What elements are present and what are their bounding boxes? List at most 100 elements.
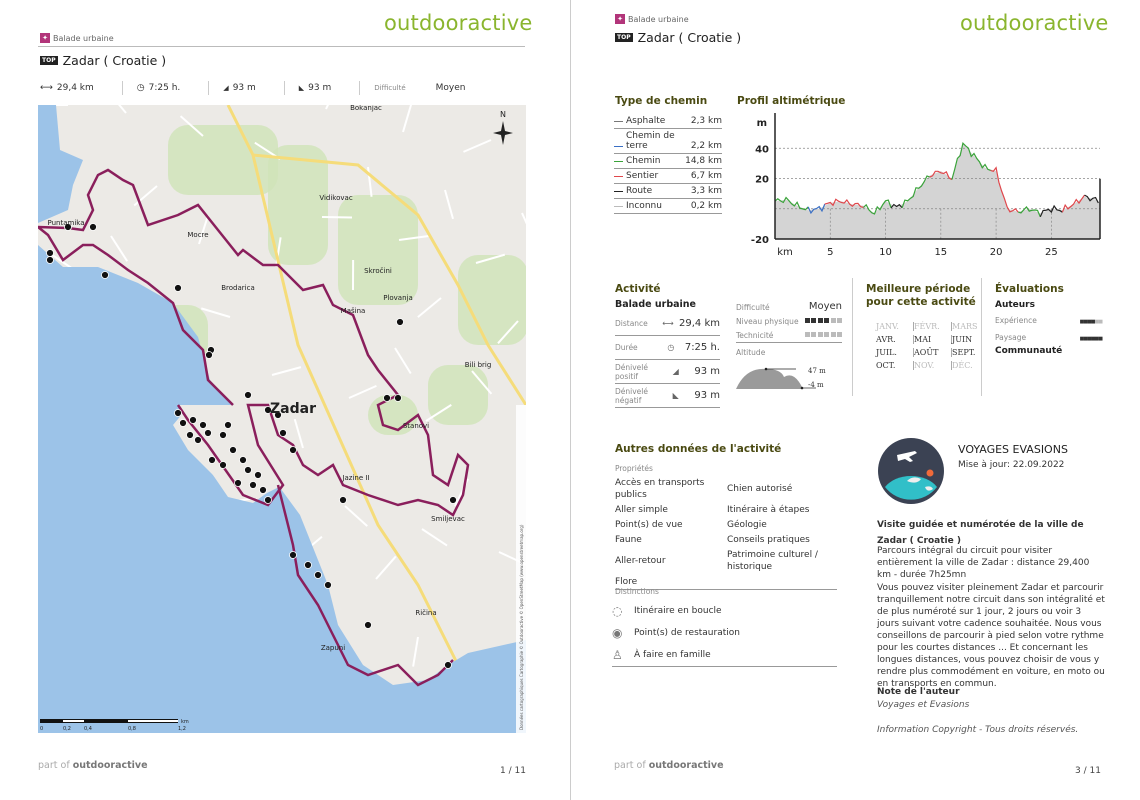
landscape-rating: ■■■■■■: [1080, 333, 1103, 343]
poi-marker[interactable]: [364, 621, 372, 629]
poi-marker[interactable]: [304, 561, 312, 569]
distance-icon: ⟷: [662, 319, 674, 328]
poi-marker[interactable]: [219, 431, 227, 439]
difficulty: Moyen: [435, 83, 466, 93]
poi-marker[interactable]: [208, 456, 216, 464]
y-tick-label: 40: [755, 144, 769, 155]
author-note: Voyages et Evasions: [877, 700, 970, 710]
poi-marker[interactable]: [174, 409, 182, 417]
property-item: Chien autorisé: [727, 484, 793, 494]
route-map[interactable]: Zadar Puntamika Mocre Brodarica Vidikovac Skr…: [38, 105, 526, 733]
activity-difficulty: Difficulté Moyen Niveau physique Technici…: [736, 299, 842, 397]
author-note-title: Note de l'auteur: [877, 687, 960, 697]
poi-marker[interactable]: [244, 391, 252, 399]
row-label: Distance: [615, 319, 648, 328]
x-tick-label: 5: [827, 247, 833, 258]
poi-marker[interactable]: [224, 421, 232, 429]
map-park: [268, 145, 328, 265]
poi-marker[interactable]: [449, 496, 457, 504]
title-text: Zadar ( Croatie ): [62, 53, 167, 68]
poi-marker[interactable]: [186, 431, 194, 439]
poi-marker[interactable]: [189, 416, 197, 424]
poi-marker[interactable]: [101, 271, 109, 279]
poi-marker[interactable]: [194, 436, 202, 444]
poi-marker[interactable]: [239, 456, 247, 464]
month: OCT.: [876, 361, 914, 370]
poi-marker[interactable]: [279, 429, 287, 437]
map-place-label: Zapuni: [321, 644, 345, 652]
poi-marker[interactable]: [179, 419, 187, 427]
distance: 29,4 km: [56, 83, 94, 93]
row-value: 29,4 km: [679, 318, 720, 329]
community-label: Communauté: [995, 346, 1063, 356]
distinction-item: ◌ Itinéraire en boucle: [612, 600, 837, 622]
physical-level-dots: [803, 316, 842, 326]
row-value: 93 m: [694, 366, 720, 377]
scale-tick-label: 0,8: [128, 726, 136, 732]
footer-brand-name: outdooractive: [72, 760, 148, 771]
poi-marker[interactable]: [46, 256, 54, 264]
poi-marker[interactable]: [89, 223, 97, 231]
poi-marker[interactable]: [205, 351, 213, 359]
path-types-heading: Type de chemin: [615, 95, 708, 107]
distinction-label: Itinéraire en boucle: [634, 606, 722, 616]
category: ✦ Balade urbaine: [615, 14, 689, 24]
altitude-label: Altitude: [736, 348, 766, 357]
x-axis-label: km: [777, 247, 793, 258]
month: NOV.: [914, 361, 952, 370]
path-type-name: Sentier: [626, 171, 659, 181]
poi-marker[interactable]: [289, 551, 297, 559]
poi-marker[interactable]: [174, 284, 182, 292]
legend-swatch: [614, 205, 623, 207]
poi-marker[interactable]: [396, 318, 404, 326]
other-heading: Autres données de l'activité: [615, 443, 782, 455]
restaurant-icon: ◉: [612, 626, 623, 640]
path-types-list: Asphalte 2,3 km Chemin de terre 2,2 km Chemi…: [614, 114, 722, 214]
poi-marker[interactable]: [264, 496, 272, 504]
poi-marker[interactable]: [394, 394, 402, 402]
copyright: Information Copyright - Tous droits rése…: [877, 725, 1079, 735]
descent-icon: ◣: [672, 391, 679, 400]
month: JANV.: [876, 322, 914, 331]
activity-row-duration: Durée ◷ 7:25 h.: [615, 336, 720, 360]
brand-logo: outdooractive: [960, 11, 1109, 35]
level-square: [824, 332, 829, 337]
poi-marker[interactable]: [383, 394, 391, 402]
property-item: Point(s) de vue: [615, 520, 683, 530]
poi-marker[interactable]: [249, 481, 257, 489]
map-place-label: Mocre: [187, 231, 208, 239]
page-separator: [570, 0, 571, 800]
poi-marker[interactable]: [204, 429, 212, 437]
poi-marker[interactable]: [199, 421, 207, 429]
divider: [852, 278, 853, 396]
path-type-row: Asphalte 2,3 km: [614, 114, 722, 129]
page-number: 1 / 11: [500, 766, 526, 776]
path-type-value: 14,8 km: [685, 156, 722, 166]
poi-marker[interactable]: [339, 496, 347, 504]
poi-marker[interactable]: [244, 466, 252, 474]
poi-marker[interactable]: [324, 581, 332, 589]
difficulty-label: Difficulté: [374, 84, 406, 92]
property-item: Aller simple: [615, 505, 668, 515]
poi-marker[interactable]: [46, 249, 54, 257]
level-square: [811, 318, 816, 323]
poi-marker[interactable]: [444, 661, 452, 669]
author-name[interactable]: VOYAGES EVASIONS: [958, 443, 1068, 456]
poi-marker[interactable]: [254, 471, 262, 479]
top-badge: TOP: [40, 56, 58, 65]
footer-prefix: part of: [38, 760, 70, 771]
experience-label: Expérience: [995, 316, 1037, 325]
map-copyright: Données cartographiques Cartographie © O…: [519, 524, 524, 730]
authors-label: Auteurs: [995, 300, 1035, 310]
path-type-value: 2,3 km: [690, 116, 722, 126]
poi-marker[interactable]: [229, 446, 237, 454]
month: MARS: [952, 322, 978, 331]
poi-marker[interactable]: [234, 479, 242, 487]
poi-marker[interactable]: [259, 486, 267, 494]
level-square: [830, 332, 836, 337]
technique-level-dots: [803, 330, 842, 340]
poi-marker[interactable]: [219, 461, 227, 469]
poi-marker[interactable]: [289, 446, 297, 454]
poi-marker[interactable]: [314, 571, 322, 579]
month: JUIN: [952, 335, 973, 344]
